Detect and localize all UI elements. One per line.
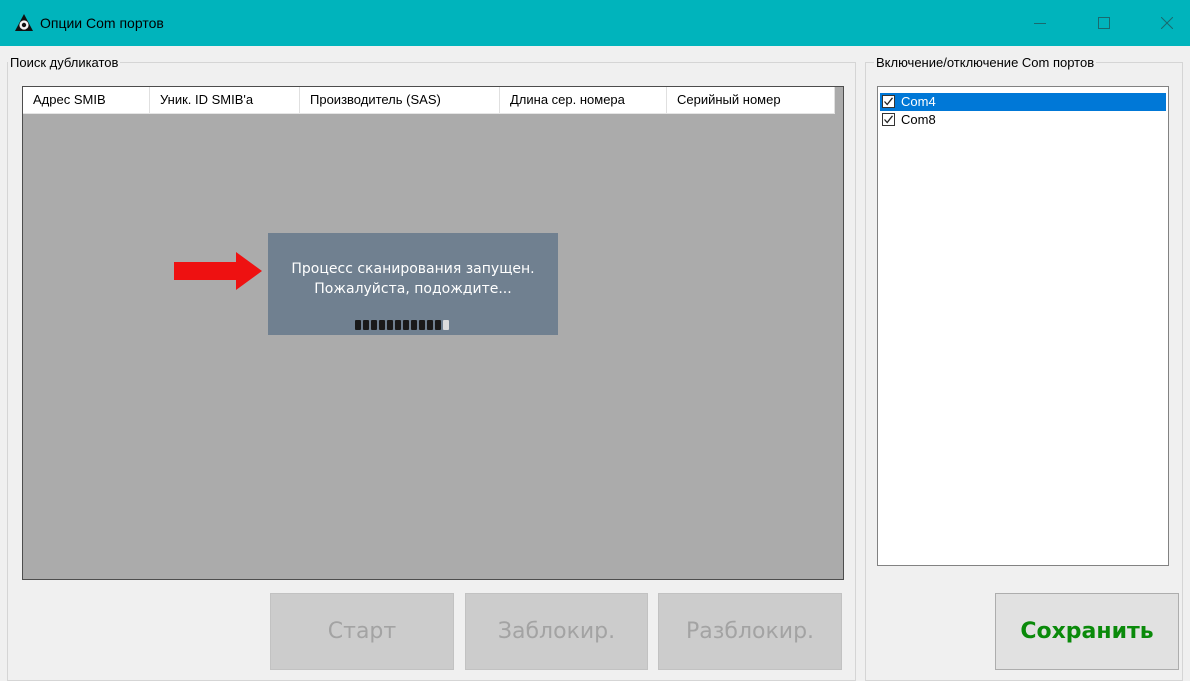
grid-header: Адрес SMIB Уник. ID SMIB'а Производитель… <box>23 87 835 114</box>
com-port-options-window: Опции Com портов Поиск дубликатов Адрес … <box>0 0 1190 681</box>
com8-label: Com8 <box>901 112 936 127</box>
progress-segment <box>355 320 361 330</box>
column-header-manufacturer[interactable]: Производитель (SAS) <box>300 87 500 113</box>
app-logo-icon <box>14 13 34 33</box>
scan-progress-indicator <box>355 320 449 330</box>
progress-segment <box>411 320 417 330</box>
close-button[interactable] <box>1144 0 1190 46</box>
progress-segment <box>379 320 385 330</box>
duplicates-group-label: Поиск дубликатов <box>8 55 121 71</box>
com4-checkbox[interactable] <box>882 95 895 108</box>
com4-label: Com4 <box>901 94 936 109</box>
progress-segment <box>387 320 393 330</box>
port-item-com8[interactable]: Com8 <box>880 111 1166 129</box>
progress-segment <box>395 320 401 330</box>
scanning-overlay: Процесс сканирования запущен. Пожалуйста… <box>268 233 558 335</box>
start-button[interactable]: Старт <box>270 593 454 670</box>
column-header-serial-number[interactable]: Серийный номер <box>667 87 835 113</box>
maximize-icon <box>1098 17 1110 29</box>
com8-checkbox[interactable] <box>882 113 895 126</box>
progress-segment <box>403 320 409 330</box>
scanning-message: Процесс сканирования запущен. <box>291 261 535 277</box>
save-button[interactable]: Сохранить <box>995 593 1179 670</box>
progress-segment <box>363 320 369 330</box>
progress-segment <box>419 320 425 330</box>
unblock-button[interactable]: Разблокир. <box>658 593 842 670</box>
progress-segment <box>435 320 441 330</box>
progress-segment <box>427 320 433 330</box>
checkmark-icon <box>884 97 894 106</box>
com-ports-checklist[interactable]: Com4 Com8 <box>877 86 1169 566</box>
minimize-button[interactable] <box>1017 0 1063 46</box>
close-icon <box>1161 17 1173 29</box>
minimize-icon <box>1034 23 1046 24</box>
column-header-serial-length[interactable]: Длина сер. номера <box>500 87 667 113</box>
checkmark-icon <box>884 115 894 124</box>
wait-message: Пожалуйста, подождите... <box>314 281 512 297</box>
progress-segment <box>371 320 377 330</box>
progress-segment <box>443 320 449 330</box>
column-header-smib-address[interactable]: Адрес SMIB <box>23 87 150 113</box>
title-bar[interactable]: Опции Com портов <box>0 0 1190 46</box>
maximize-button[interactable] <box>1081 0 1127 46</box>
window-title: Опции Com портов <box>40 15 164 31</box>
block-button[interactable]: Заблокир. <box>465 593 648 670</box>
ports-group-label: Включение/отключение Com портов <box>874 55 1097 71</box>
port-item-com4[interactable]: Com4 <box>880 93 1166 111</box>
column-header-smib-uid[interactable]: Уник. ID SMIB'а <box>150 87 300 113</box>
red-arrow-icon <box>174 252 262 290</box>
